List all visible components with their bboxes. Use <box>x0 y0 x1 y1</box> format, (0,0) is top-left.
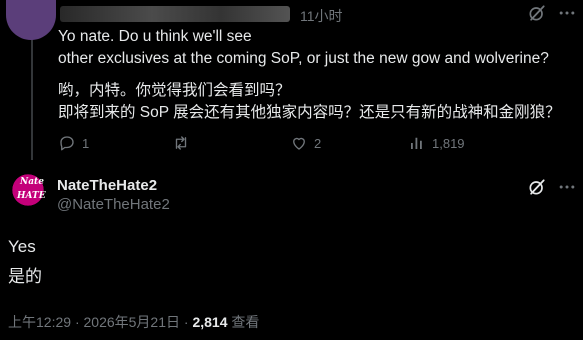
tweet-date[interactable]: 2026年5月21日 <box>84 314 181 330</box>
more-icon[interactable] <box>557 177 577 197</box>
redacted-user-name <box>60 6 290 22</box>
views-icon <box>411 137 422 149</box>
reply-line-en-2: other exclusives at the coming SoP, or j… <box>58 50 549 67</box>
avatar[interactable] <box>6 0 56 40</box>
meta-separator: · <box>74 314 80 330</box>
reply-icon <box>60 136 74 151</box>
reply-actions: 1 2 1,819 <box>58 134 558 154</box>
reply-button[interactable]: 1 <box>58 134 89 152</box>
reply-text: Yo nate. Do u think we'll see other excl… <box>58 26 573 124</box>
tweet-line-zh: 是的 <box>8 267 42 286</box>
tweet-text: Yes 是的 <box>8 232 42 292</box>
retweet-icon <box>175 136 187 150</box>
grok-icon[interactable] <box>527 177 547 197</box>
views-button[interactable]: 1,819 <box>408 134 465 152</box>
reply-line-zh-2: 即将到来的 SoP 展会还有其他独家内容吗？还是只有新的战神和金刚狼？ <box>58 104 561 121</box>
reply-line-zh-1: 哟，内特。你觉得我们会看到吗？ <box>58 82 291 99</box>
more-icon[interactable] <box>557 3 577 23</box>
like-button[interactable]: 2 <box>290 134 321 152</box>
reply-line-en-1: Yo nate. Do u think we'll see <box>58 28 252 45</box>
grok-icon[interactable] <box>527 3 547 23</box>
tweet-views-label: 查看 <box>231 314 260 330</box>
tweet-views-count: 2,814 <box>192 314 228 330</box>
views-count: 1,819 <box>432 135 465 151</box>
like-icon <box>293 137 305 150</box>
display-name[interactable]: NateTheHate2 <box>57 177 157 194</box>
user-handle[interactable]: @NateTheHate2 <box>57 196 170 213</box>
reply-timestamp[interactable]: 11小时 <box>300 6 343 26</box>
reply-count: 1 <box>82 135 90 151</box>
avatar-logo-top: Nate <box>20 177 44 187</box>
tweet-meta: 上午12:29 · 2026年5月21日 · 2,814 查看 <box>8 312 259 332</box>
avatar[interactable]: Nate HATE <box>8 170 48 210</box>
tweet-line-en: Yes <box>8 237 36 256</box>
tweet-time[interactable]: 上午12:29 <box>8 314 71 330</box>
retweet-button[interactable] <box>172 134 196 152</box>
like-count: 2 <box>314 135 322 151</box>
avatar-logo-bottom: HATE <box>17 191 46 201</box>
meta-separator: · <box>183 314 189 330</box>
